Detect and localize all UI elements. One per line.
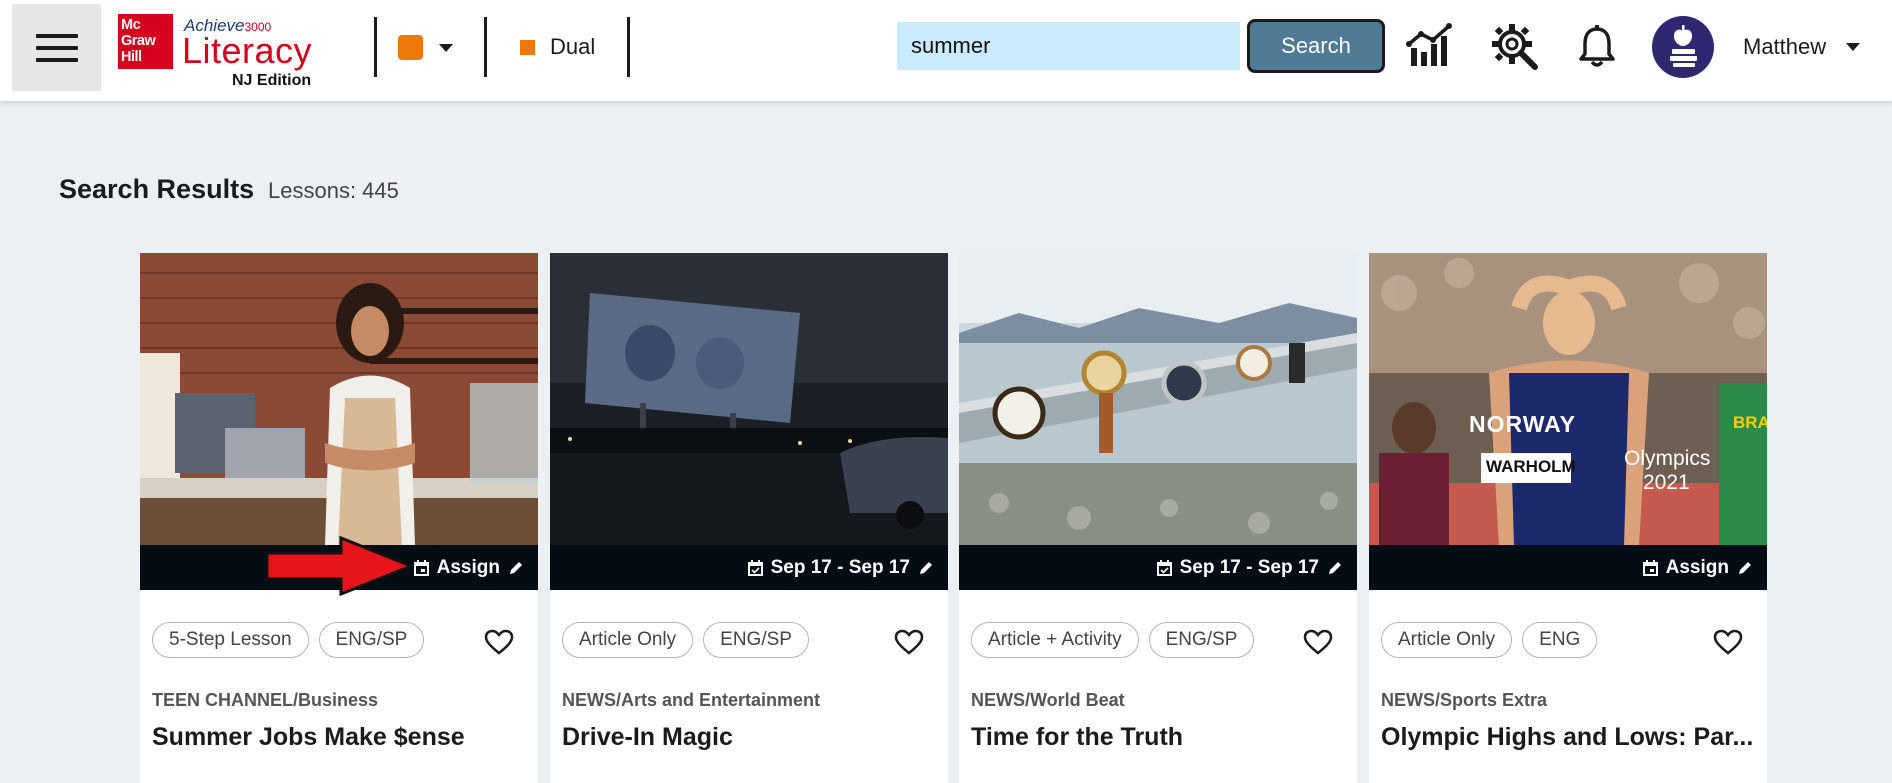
language-tag: ENG [1522,622,1598,658]
lesson-category: TEEN CHANNEL/Business [152,690,379,710]
lesson-card[interactable]: Assign 5-Step Lesson ENG/SP TEEN CHANNEL… [140,253,538,783]
lesson-title[interactable]: Drive-In Magic [562,723,942,752]
language-mode-swatch [520,40,535,55]
lesson-card[interactable]: Sep 17 - Sep 17 Article + Activity ENG/S… [959,253,1357,783]
olympics-overlay-text: Olympics [1624,447,1711,470]
search-input[interactable] [897,22,1240,70]
lessons-count: Lessons: 445 [268,178,399,203]
lesson-tags: Article Only ENG [1381,622,1598,658]
favorite-heart-icon[interactable] [894,629,924,655]
jersey-country-text: NORWAY [1469,411,1576,437]
lesson-type-tag: 5-Step Lesson [152,622,309,658]
lesson-thumbnail-drive-in[interactable] [550,253,948,546]
apple-books-avatar-icon [1670,25,1697,67]
bib-name-text: WARHOLM [1486,457,1576,476]
lesson-card[interactable]: NORWAY WARHOLM Olympics 2021 BRA Assign … [1369,253,1767,783]
calendar-check-icon [747,559,763,576]
favorite-heart-icon[interactable] [484,629,514,655]
header-divider [374,17,377,77]
lesson-type-tag: Article + Activity [971,622,1139,658]
menu-line [35,33,78,38]
product-name: Literacy [182,30,313,71]
user-menu-chevron-down-icon[interactable] [1846,43,1860,51]
hamburger-menu-button[interactable] [12,4,101,91]
header-divider [627,17,630,77]
logo-text-graw: Graw [121,33,156,49]
lesson-category: NEWS/Arts and Entertainment [562,690,821,710]
lesson-type-tag: Article Only [562,622,694,658]
assign-bar: Assign [1369,545,1767,590]
lesson-tags: Article + Activity ENG/SP [971,622,1255,658]
pencil-edit-icon[interactable] [508,560,524,576]
header-divider [484,17,487,77]
reports-chart-icon[interactable] [1405,22,1455,72]
lesson-thumbnail-barista[interactable] [140,253,538,546]
search-settings-gear-icon[interactable] [1490,22,1540,72]
assignment-date-bar: Sep 17 - Sep 17 [550,545,948,590]
red-arrow-annotation-icon [265,536,415,596]
color-selector-swatch[interactable] [398,35,423,60]
lesson-tags: Article Only ENG/SP [562,622,809,658]
top-header: Mc Graw Hill Achieve3000 Literacy NJ Edi… [0,0,1892,101]
lesson-title[interactable]: Summer Jobs Make $ense [152,723,532,752]
search-button[interactable]: Search [1247,19,1385,73]
assign-button[interactable]: Assign [413,545,524,590]
edition-label: NJ Edition [232,72,312,89]
language-tag: ENG/SP [318,622,425,658]
lesson-title[interactable]: Olympic Highs and Lows: Par... [1381,723,1761,752]
pencil-edit-icon[interactable] [1327,560,1343,576]
menu-line [35,57,78,62]
mcgraw-hill-achieve-logo[interactable]: Mc Graw Hill Achieve3000 Literacy NJ Edi… [118,14,338,92]
language-tag: ENG/SP [703,622,809,658]
menu-line [35,45,78,50]
pencil-edit-icon[interactable] [1737,560,1753,576]
lesson-tags: 5-Step Lesson ENG/SP [152,622,425,658]
assignment-date-bar: Sep 17 - Sep 17 [959,545,1357,590]
assignment-date[interactable]: Sep 17 - Sep 17 [1156,545,1343,590]
partial-jersey-text: BRA [1733,413,1767,432]
search-results-title: Search Results [59,174,255,204]
lesson-card[interactable]: Sep 17 - Sep 17 Article Only ENG/SP NEWS… [550,253,948,783]
lesson-category: NEWS/World Beat [971,690,1125,710]
logo-text-mc: Mc [121,17,141,33]
language-mode-label[interactable]: Dual [550,34,595,60]
notification-bell-icon[interactable] [1572,22,1622,72]
color-selector-chevron-down-icon[interactable] [439,44,453,52]
lesson-type-tag: Article Only [1381,622,1513,658]
olympics-year-text: 2021 [1643,471,1690,494]
assignment-date-label: Sep 17 - Sep 17 [1179,556,1319,578]
lesson-title[interactable]: Time for the Truth [971,723,1351,752]
lesson-category: NEWS/Sports Extra [1381,690,1548,710]
assign-button[interactable]: Assign [1642,545,1753,590]
user-name[interactable]: Matthew [1743,34,1826,60]
language-tag: ENG/SP [1148,622,1255,658]
lesson-thumbnail-olympics[interactable]: NORWAY WARHOLM Olympics 2021 BRA [1369,253,1767,546]
mcgraw-hill-logo-box: Mc Graw Hill [118,14,173,69]
user-avatar[interactable] [1652,16,1714,78]
lesson-thumbnail-watches[interactable] [959,253,1357,546]
calendar-icon [1642,559,1658,576]
calendar-check-icon [1156,559,1172,576]
assign-label: Assign [1665,556,1729,578]
assign-label: Assign [436,556,500,578]
assignment-date[interactable]: Sep 17 - Sep 17 [747,545,934,590]
favorite-heart-icon[interactable] [1303,629,1333,655]
assignment-date-label: Sep 17 - Sep 17 [770,556,910,578]
calendar-icon [413,559,429,576]
pencil-edit-icon[interactable] [918,560,934,576]
favorite-heart-icon[interactable] [1713,629,1743,655]
logo-text-hill: Hill [121,49,142,65]
